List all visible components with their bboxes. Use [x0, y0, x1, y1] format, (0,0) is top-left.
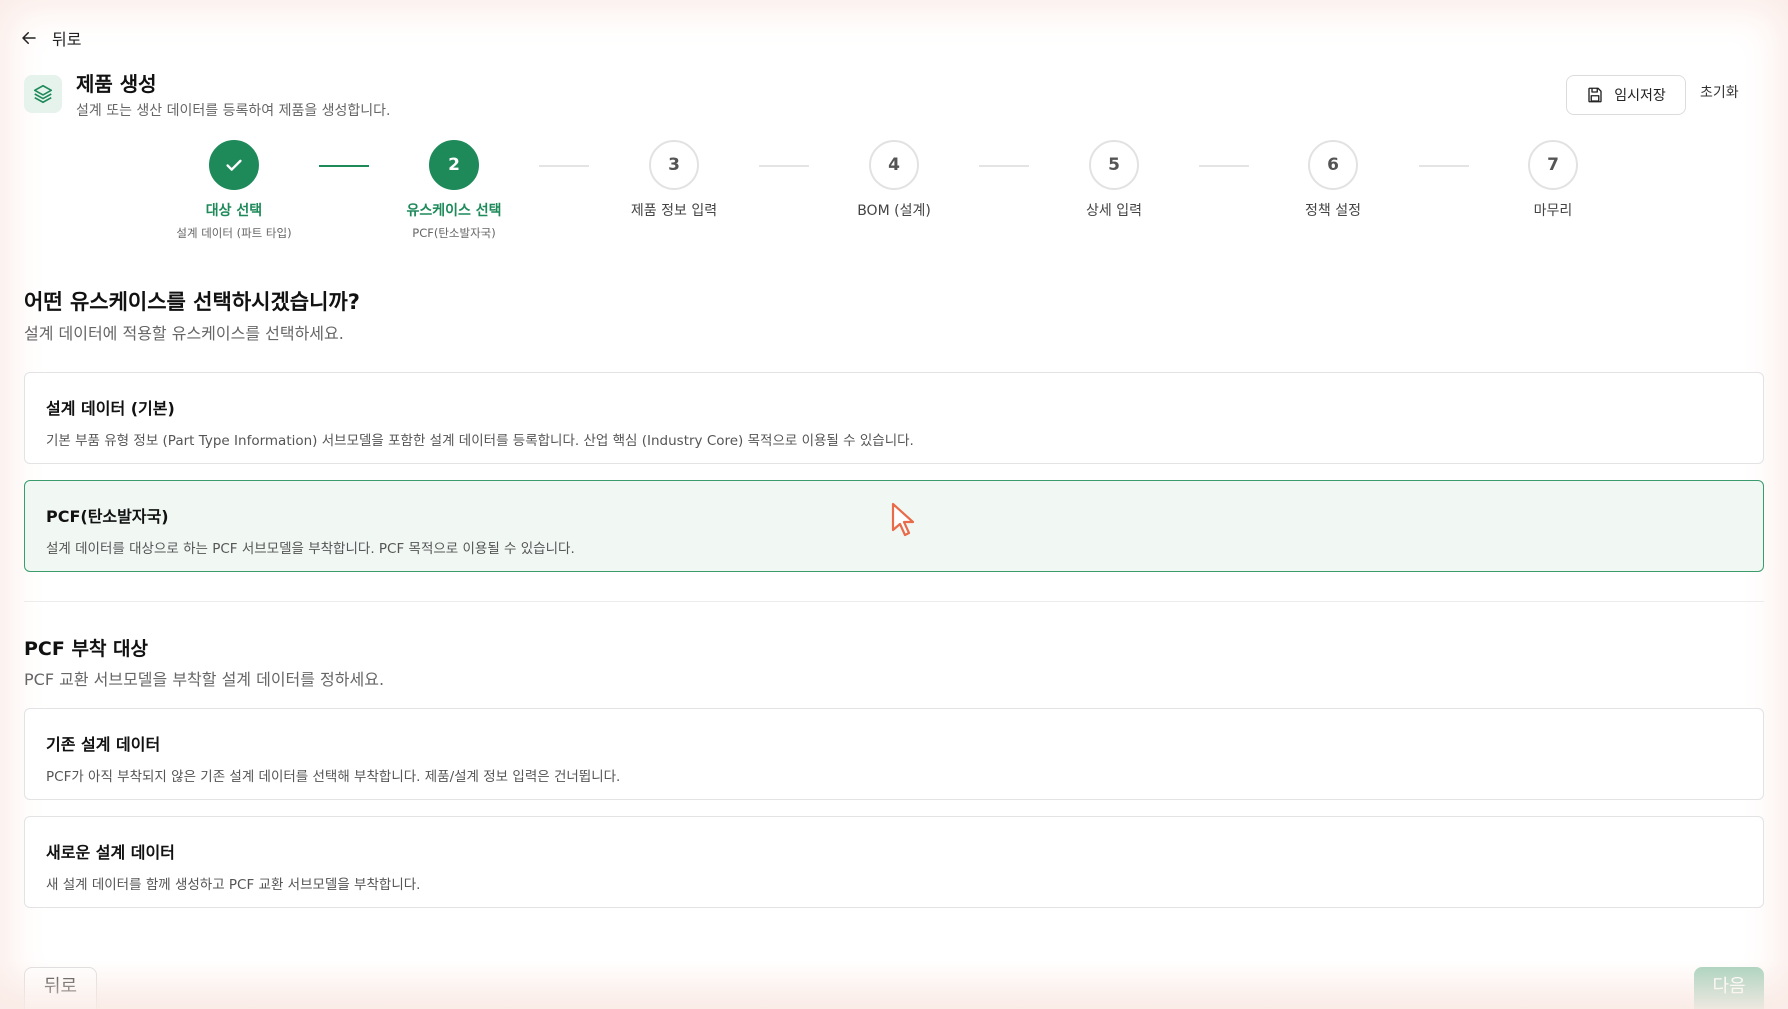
step-connector [759, 165, 809, 167]
step-connector [539, 165, 589, 167]
pcf-target-option-new[interactable]: 새로운 설계 데이터 새 설계 데이터를 함께 생성하고 PCF 교환 서브모델… [24, 816, 1764, 908]
step-4-label: BOM (설계) [857, 203, 931, 219]
step-connector [319, 165, 369, 167]
step-1-label: 대상 선택 [205, 203, 263, 219]
step-3-label: 제품 정보 입력 [630, 203, 718, 219]
option-desc: 기본 부품 유형 정보 (Part Type Information) 서브모델… [46, 433, 914, 449]
product-logo [24, 75, 62, 113]
step-1-sub: 설계 데이터 (파트 타입) [176, 226, 292, 240]
save-draft-button[interactable]: 임시저장 [1566, 75, 1686, 115]
step-7[interactable]: 7 마무리 [1463, 140, 1643, 220]
save-icon [1588, 87, 1602, 103]
step-6[interactable]: 6 정책 설정 [1243, 140, 1423, 220]
back-link[interactable]: 뒤로 [20, 26, 81, 50]
step-5-label: 상세 입력 [1086, 203, 1142, 219]
step-3[interactable]: 3 제품 정보 입력 [584, 140, 764, 220]
option-desc: 새 설계 데이터를 함께 생성하고 PCF 교환 서브모델을 부착합니다. [46, 877, 421, 893]
back-link-label: 뒤로 [52, 30, 82, 49]
step-2-label: 유스케이스 선택 [406, 203, 502, 219]
prev-button[interactable]: 뒤로 [24, 967, 97, 1009]
page: 뒤로 제품 생성 설계 또는 생산 데이터를 등록하여 제품을 생성합니다. 임… [0, 0, 1788, 1009]
pcf-target-option-existing[interactable]: 기존 설계 데이터 PCF가 아직 부착되지 않은 기존 설계 데이터를 선택해… [24, 708, 1764, 800]
step-5-circle: 5 [1089, 140, 1139, 190]
option-desc: 설계 데이터를 대상으로 하는 PCF 서브모델을 부착합니다. PCF 목적으… [46, 541, 575, 557]
page-header: 제품 생성 설계 또는 생산 데이터를 등록하여 제품을 생성합니다. [24, 72, 391, 120]
step-connector [1199, 165, 1249, 167]
step-connector [1419, 165, 1469, 167]
step-4[interactable]: 4 BOM (설계) [804, 140, 984, 220]
usecase-title: 어떤 유스케이스를 선택하시겠습니까? [24, 290, 360, 314]
option-desc: PCF가 아직 부착되지 않은 기존 설계 데이터를 선택해 부착합니다. 제품… [46, 769, 621, 785]
step-6-circle: 6 [1308, 140, 1358, 190]
step-1-circle [209, 140, 259, 190]
step-3-circle: 3 [649, 140, 699, 190]
page-title: 제품 생성 [76, 72, 157, 96]
reset-button[interactable]: 초기화 [1700, 82, 1739, 102]
arrow-left-icon [22, 32, 36, 44]
option-title: 새로운 설계 데이터 [46, 843, 175, 862]
step-2[interactable]: 2 유스케이스 선택 PCF(탄소발자국) [364, 140, 544, 241]
step-6-label: 정책 설정 [1305, 203, 1361, 219]
option-title: 기존 설계 데이터 [46, 735, 161, 754]
step-1[interactable]: 대상 선택 설계 데이터 (파트 타입) [144, 140, 324, 241]
page-subtitle: 설계 또는 생산 데이터를 등록하여 제품을 생성합니다. [76, 103, 391, 119]
step-5[interactable]: 5 상세 입력 [1024, 140, 1204, 220]
usecase-option-basic[interactable]: 설계 데이터 (기본) 기본 부품 유형 정보 (Part Type Infor… [24, 372, 1764, 464]
progress-stepper: 대상 선택 설계 데이터 (파트 타입) 2 유스케이스 선택 PCF(탄소발자… [0, 140, 1788, 240]
mouse-cursor-icon [891, 502, 915, 537]
layers-icon [33, 84, 53, 104]
step-7-circle: 7 [1528, 140, 1578, 190]
step-4-circle: 4 [869, 140, 919, 190]
step-2-sub: PCF(탄소발자국) [412, 226, 496, 240]
check-icon [226, 159, 242, 171]
step-7-label: 마무리 [1533, 203, 1573, 219]
save-draft-label: 임시저장 [1614, 88, 1666, 104]
usecase-desc: 설계 데이터에 적용할 유스케이스를 선택하세요. [24, 324, 344, 343]
option-title: 설계 데이터 (기본) [46, 399, 175, 418]
pcf-target-title: PCF 부착 대상 [24, 638, 148, 660]
step-2-circle: 2 [429, 140, 479, 190]
next-button[interactable]: 다음 [1694, 967, 1764, 1009]
section-divider [24, 601, 1764, 602]
step-connector [979, 165, 1029, 167]
bottom-fade [0, 960, 1788, 1009]
pcf-target-desc: PCF 교환 서브모델을 부착할 설계 데이터를 정하세요. [24, 670, 385, 689]
